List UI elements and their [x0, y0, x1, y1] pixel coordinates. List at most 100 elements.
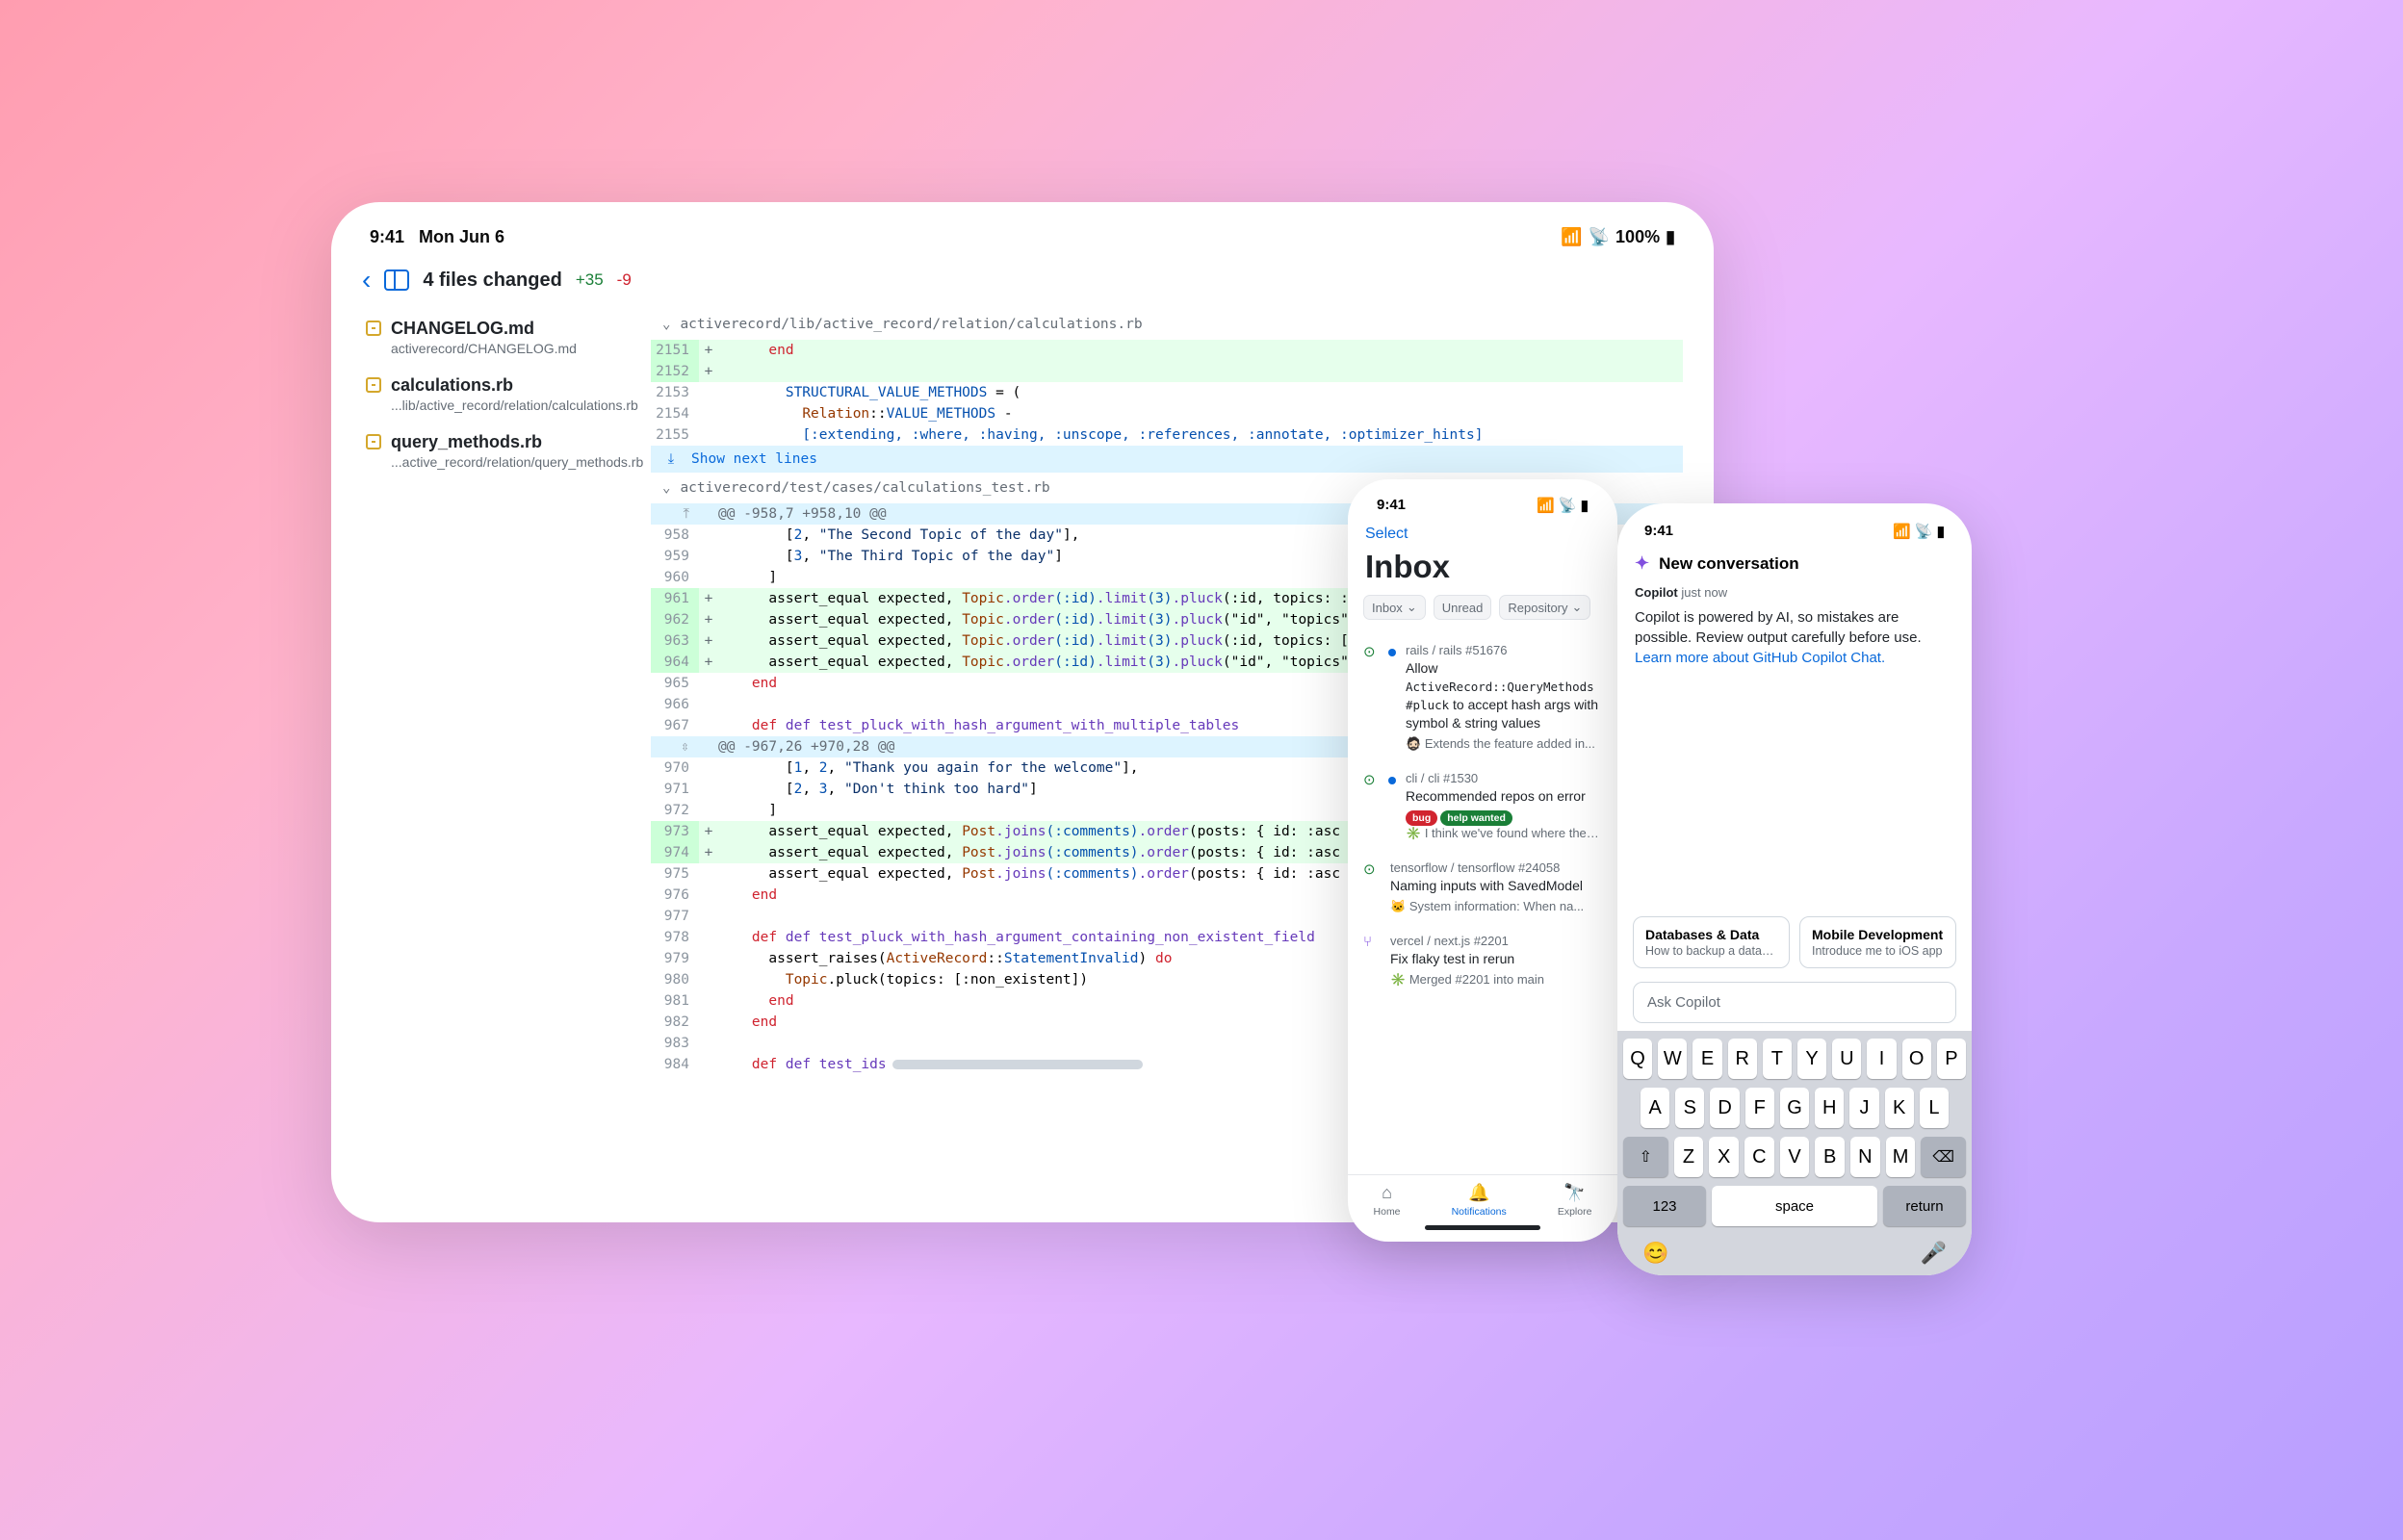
- item-sub: 🐱 System information: When na...: [1390, 899, 1602, 914]
- inbox-list[interactable]: ⊙ rails / rails #51676 Allow ActiveRecor…: [1363, 633, 1602, 1174]
- key-e[interactable]: E: [1692, 1039, 1721, 1079]
- status-time: 9:41: [1377, 497, 1406, 514]
- key-u[interactable]: U: [1832, 1039, 1861, 1079]
- key-shift[interactable]: ⇧: [1623, 1137, 1668, 1177]
- status-time: 9:41: [370, 227, 404, 246]
- key-c[interactable]: C: [1744, 1137, 1774, 1177]
- sidebar-file-calculations[interactable]: calculations.rb ...lib/active_record/rel…: [362, 366, 643, 423]
- key-w[interactable]: W: [1658, 1039, 1687, 1079]
- key-k[interactable]: K: [1885, 1088, 1914, 1128]
- avatar-icon: 🐱: [1390, 899, 1406, 913]
- item-repo: rails / rails #51676: [1406, 643, 1602, 657]
- suggestion-sub: How to backup a database?: [1645, 944, 1777, 958]
- emoji-button[interactable]: 😊: [1642, 1241, 1668, 1266]
- ask-copilot-input[interactable]: Ask Copilot: [1633, 982, 1956, 1023]
- key-l[interactable]: L: [1920, 1088, 1949, 1128]
- key-n[interactable]: N: [1850, 1137, 1880, 1177]
- battery-icon: ▮: [1666, 227, 1675, 247]
- file-sidebar: CHANGELOG.md activerecord/CHANGELOG.md c…: [362, 309, 651, 1194]
- file-modified-icon: [366, 434, 381, 449]
- iphone-copilot: 9:41 📶 📡 ▮ ✦ New conversation Copilot ju…: [1617, 503, 1972, 1275]
- chevron-down-icon: ⌄: [1572, 600, 1583, 615]
- expand-down-icon: ⤓: [662, 451, 680, 467]
- status-icons: 📶 📡 ▮: [1893, 523, 1945, 540]
- filter-repository[interactable]: Repository ⌄: [1499, 595, 1590, 620]
- key-y[interactable]: Y: [1797, 1039, 1826, 1079]
- key-t[interactable]: T: [1763, 1039, 1792, 1079]
- key-return[interactable]: return: [1883, 1186, 1966, 1226]
- diff-file-header[interactable]: ⌄ activerecord/lib/active_record/relatio…: [651, 309, 1683, 340]
- filter-inbox[interactable]: Inbox ⌄: [1363, 595, 1426, 620]
- copilot-learn-more-link[interactable]: Learn more about GitHub Copilot Chat.: [1635, 650, 1885, 666]
- suggestion-title: Mobile Development: [1812, 927, 1944, 942]
- tabbar: ⌂Home 🔔Notifications 🔭Explore: [1348, 1174, 1617, 1219]
- show-next-label: Show next lines: [691, 451, 817, 467]
- ipad-statusbar: 9:41 Mon Jun 6 📶 📡 100% ▮: [362, 227, 1683, 257]
- phone-statusbar: 9:41 📶 📡 ▮: [1631, 523, 1958, 548]
- key-space[interactable]: space: [1712, 1186, 1877, 1226]
- list-item[interactable]: ⊙ tensorflow / tensorflow #24058 Naming …: [1363, 851, 1602, 924]
- tab-home[interactable]: ⌂Home: [1374, 1183, 1401, 1218]
- back-button[interactable]: ‹: [362, 265, 371, 295]
- diff-file-path: activerecord/test/cases/calculations_tes…: [680, 480, 1049, 496]
- key-s[interactable]: S: [1675, 1088, 1704, 1128]
- sidebar-file-query-methods[interactable]: query_methods.rb ...active_record/relati…: [362, 423, 643, 479]
- key-r[interactable]: R: [1728, 1039, 1757, 1079]
- show-next-lines[interactable]: ⤓ Show next lines: [651, 446, 1683, 473]
- file-path: activerecord/CHANGELOG.md: [391, 341, 577, 356]
- label-bug: bug: [1406, 810, 1437, 826]
- key-i[interactable]: I: [1867, 1039, 1896, 1079]
- key-a[interactable]: A: [1641, 1088, 1669, 1128]
- issue-open-icon: ⊙: [1363, 771, 1381, 842]
- suggestion-card-databases[interactable]: Databases & Data How to backup a databas…: [1633, 916, 1790, 968]
- home-icon: ⌂: [1382, 1183, 1392, 1203]
- select-button[interactable]: Select: [1363, 522, 1602, 547]
- key-f[interactable]: F: [1745, 1088, 1774, 1128]
- key-j[interactable]: J: [1849, 1088, 1878, 1128]
- expand-icon[interactable]: ⤒: [684, 506, 689, 522]
- home-indicator[interactable]: [1425, 1225, 1540, 1230]
- issue-open-icon: ⊙: [1363, 860, 1381, 914]
- key-x[interactable]: X: [1709, 1137, 1739, 1177]
- mic-button[interactable]: 🎤: [1921, 1241, 1947, 1266]
- file-modified-icon: [366, 321, 381, 336]
- tab-explore[interactable]: 🔭Explore: [1558, 1183, 1592, 1218]
- key-h[interactable]: H: [1815, 1088, 1844, 1128]
- bell-icon: 🔔: [1468, 1183, 1489, 1203]
- list-item[interactable]: ⊙ rails / rails #51676 Allow ActiveRecor…: [1363, 633, 1602, 761]
- list-item[interactable]: ⑂ vercel / next.js #2201 Fix flaky test …: [1363, 924, 1602, 997]
- copilot-header: ✦ New conversation: [1631, 548, 1958, 585]
- copilot-meta: Copilot just now: [1631, 585, 1958, 605]
- key-q[interactable]: Q: [1623, 1039, 1652, 1079]
- key-g[interactable]: G: [1780, 1088, 1809, 1128]
- key-b[interactable]: B: [1815, 1137, 1845, 1177]
- split-view-icon[interactable]: [384, 270, 409, 291]
- horizontal-scrollbar[interactable]: [892, 1060, 1143, 1069]
- chevron-down-icon: ⌄: [662, 480, 670, 496]
- tab-notifications[interactable]: 🔔Notifications: [1452, 1183, 1507, 1218]
- conversation-title: New conversation: [1659, 554, 1799, 574]
- chevron-down-icon: ⌄: [662, 317, 670, 332]
- sidebar-file-changelog[interactable]: CHANGELOG.md activerecord/CHANGELOG.md: [362, 309, 643, 366]
- phone-statusbar: 9:41 📶 📡 ▮: [1363, 497, 1602, 522]
- item-title: Recommended repos on error: [1406, 787, 1602, 806]
- key-d[interactable]: D: [1710, 1088, 1739, 1128]
- issue-open-icon: ⊙: [1363, 643, 1381, 752]
- key-z[interactable]: Z: [1674, 1137, 1704, 1177]
- merge-icon: ✳️: [1390, 972, 1406, 987]
- filter-unread[interactable]: Unread: [1434, 595, 1492, 620]
- list-item[interactable]: ⊙ cli / cli #1530 Recommended repos on e…: [1363, 761, 1602, 852]
- suggestion-card-mobile[interactable]: Mobile Development Introduce me to iOS a…: [1799, 916, 1956, 968]
- key-backspace[interactable]: ⌫: [1921, 1137, 1966, 1177]
- item-sub: ✳️ I think we've found where the iss...: [1406, 826, 1602, 841]
- status-icons: 📶 📡 ▮: [1537, 497, 1589, 514]
- avatar-icon: 🧔🏻: [1406, 736, 1421, 751]
- key-v[interactable]: V: [1780, 1137, 1810, 1177]
- expand-icon[interactable]: ⇳: [681, 739, 689, 755]
- key-p[interactable]: P: [1937, 1039, 1966, 1079]
- files-changed-title: 4 files changed: [423, 270, 562, 292]
- key-o[interactable]: O: [1902, 1039, 1931, 1079]
- file-name: CHANGELOG.md: [391, 319, 577, 339]
- key-123[interactable]: 123: [1623, 1186, 1706, 1226]
- key-m[interactable]: M: [1886, 1137, 1916, 1177]
